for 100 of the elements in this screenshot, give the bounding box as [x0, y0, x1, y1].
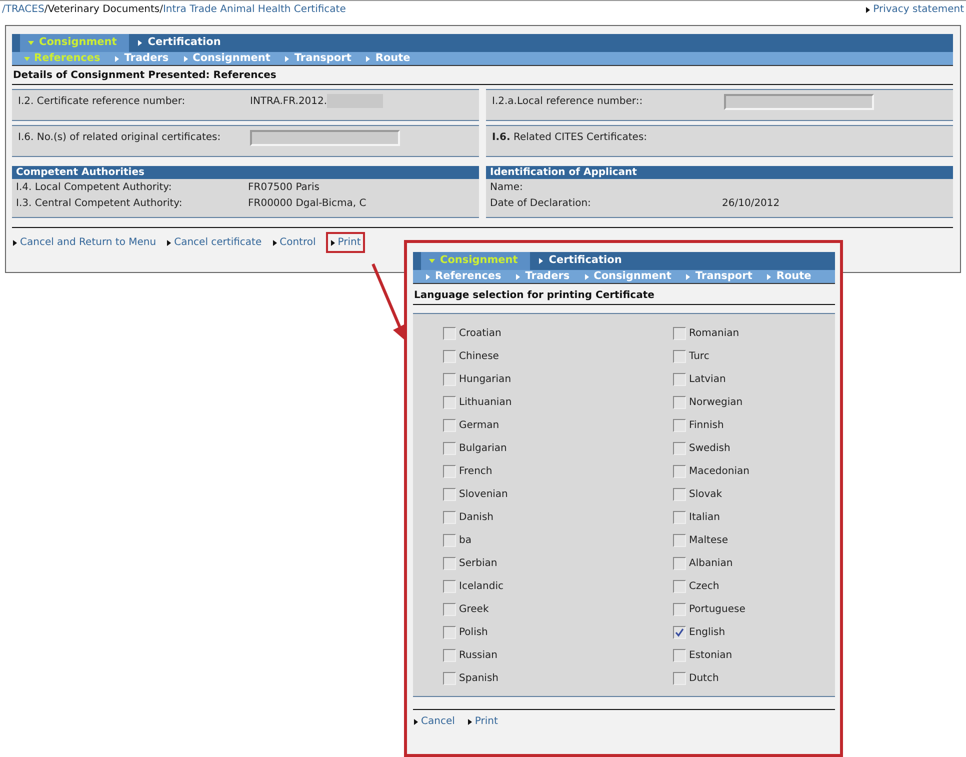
checkbox[interactable]	[673, 557, 686, 570]
checkbox[interactable]	[443, 580, 456, 593]
subtab[interactable]: Traders	[110, 50, 179, 66]
subtab[interactable]: Route	[361, 50, 420, 66]
checkbox-label: Czech	[689, 580, 720, 594]
checkbox[interactable]	[673, 626, 686, 639]
checkbox-label: Swedish	[689, 442, 730, 456]
checkbox-label: Chinese	[459, 350, 499, 364]
input-field[interactable]	[724, 94, 874, 110]
subtab[interactable]: Consignment	[178, 50, 280, 66]
checkbox[interactable]	[673, 442, 686, 455]
field-value: FR00000 Dgal-Bicma, C	[248, 196, 366, 210]
field-label: I.2.a.Local reference number::	[492, 95, 644, 109]
checkbox[interactable]	[673, 534, 686, 547]
checkbox[interactable]	[443, 442, 456, 455]
link[interactable]: Print	[466, 713, 498, 730]
link[interactable]: Control	[272, 234, 316, 251]
subtab[interactable]: Transport	[280, 50, 362, 66]
tab[interactable]: Consignment	[20, 34, 129, 52]
breadcrumb-link[interactable]: Intra Trade Animal Health Certificate	[162, 2, 346, 17]
checkbox[interactable]	[673, 488, 686, 501]
caret-icon	[365, 56, 372, 62]
checkbox[interactable]	[673, 649, 686, 662]
field-value: INTRA.FR.2012.	[250, 95, 328, 109]
checkbox[interactable]	[673, 603, 686, 616]
caret-icon	[865, 6, 872, 12]
checkbox[interactable]	[673, 350, 686, 363]
field-label: I.6. No.(s) of related original certificates:	[18, 131, 222, 145]
subtab[interactable]: Route	[762, 268, 822, 284]
checkbox[interactable]	[443, 373, 456, 386]
field-label: Name:	[490, 180, 524, 194]
caret-icon	[114, 56, 120, 62]
caret-icon	[429, 258, 435, 264]
caret-icon	[182, 56, 189, 62]
section-title: Identification of Applicant	[486, 166, 953, 179]
link[interactable]: Cancel certificate	[166, 234, 262, 251]
highlighted-link[interactable]: Print	[326, 232, 365, 253]
checkbox-label: Slovak	[689, 488, 722, 502]
caret-icon	[272, 240, 278, 246]
checkbox-label: Macedonian	[689, 465, 750, 479]
checkbox[interactable]	[673, 465, 686, 478]
link[interactable]: Cancel and Return to Menu	[12, 234, 156, 251]
subtab[interactable]: Consignment	[580, 268, 682, 284]
caret-icon	[24, 56, 30, 62]
caret-icon	[413, 718, 419, 724]
checkbox-label: Greek	[459, 603, 489, 617]
link[interactable]: Privacy statement	[865, 2, 964, 17]
checkbox[interactable]	[673, 580, 686, 593]
caret-icon	[136, 40, 143, 46]
breadcrumb-text: /Veterinary Documents/	[44, 4, 163, 15]
tab[interactable]: Certification	[128, 34, 233, 52]
checkbox[interactable]	[443, 350, 456, 363]
checkbox-label: Estonian	[689, 649, 732, 663]
field-label: I.4. Local Competent Authority:	[16, 180, 173, 194]
checkbox[interactable]	[443, 511, 456, 524]
field-label: Date of Declaration:	[490, 196, 592, 210]
field-label: I.2. Certificate reference number:	[18, 95, 186, 109]
subtab[interactable]: Transport	[681, 268, 762, 284]
tab[interactable]: Certification	[530, 252, 634, 270]
checkbox[interactable]	[673, 419, 686, 432]
tab[interactable]: Consignment	[421, 252, 530, 270]
checkbox[interactable]	[443, 488, 456, 501]
caret-icon	[330, 240, 336, 246]
checkbox[interactable]	[443, 396, 456, 409]
checkbox[interactable]	[443, 672, 456, 685]
checkbox[interactable]	[443, 603, 456, 616]
caret-icon	[284, 56, 290, 62]
caret-icon	[538, 258, 544, 264]
checkbox[interactable]	[443, 465, 456, 478]
checkbox[interactable]	[443, 626, 456, 639]
checkbox-label: Serbian	[459, 557, 498, 571]
checkbox[interactable]	[443, 649, 456, 662]
checkbox-label: Croatian	[459, 327, 502, 341]
checkbox[interactable]	[673, 396, 686, 409]
checkbox[interactable]	[673, 672, 686, 685]
checkbox-label: French	[459, 465, 492, 479]
checkbox[interactable]	[673, 327, 686, 340]
checkbox-label: Romanian	[689, 327, 740, 341]
section-title: Competent Authorities	[12, 166, 479, 179]
caret-icon	[12, 240, 18, 246]
checkbox[interactable]	[673, 373, 686, 386]
subtab[interactable]: References	[421, 268, 512, 284]
breadcrumb-link[interactable]: /TRACES	[2, 2, 44, 17]
checkbox-label: Italian	[689, 511, 720, 525]
subtab[interactable]: References	[20, 50, 110, 66]
checkbox-label: Albanian	[689, 557, 733, 571]
checkbox-label: Icelandic	[459, 580, 504, 594]
section-heading: Details of Consignment Presented: References	[12, 66, 953, 85]
checkbox-label: Hungarian	[459, 373, 512, 387]
checkbox-label: Danish	[459, 511, 494, 525]
field-value: 26/10/2012	[722, 196, 780, 210]
checkbox[interactable]	[443, 327, 456, 340]
checkbox[interactable]	[443, 419, 456, 432]
link[interactable]: Cancel	[413, 713, 455, 730]
checkbox[interactable]	[673, 511, 686, 524]
checkbox[interactable]	[443, 534, 456, 547]
checkbox-label: German	[459, 419, 500, 433]
input-field[interactable]	[250, 130, 400, 146]
subtab[interactable]: Traders	[511, 268, 580, 284]
checkbox[interactable]	[443, 557, 456, 570]
